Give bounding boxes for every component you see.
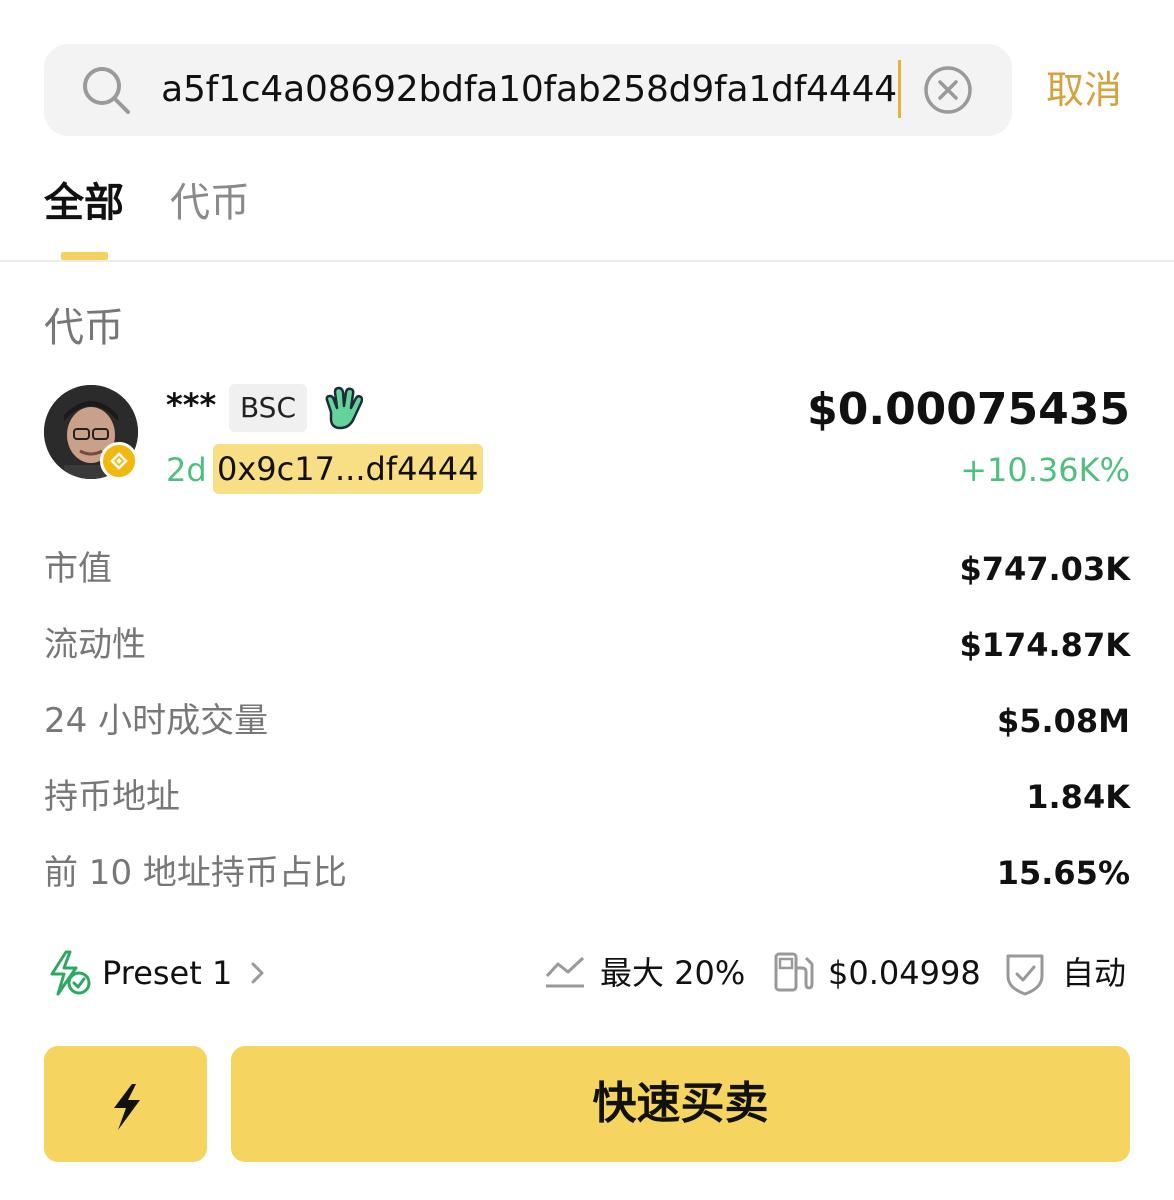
stat-label-liquidity: 流动性 [44, 625, 146, 665]
token-age: 2d [166, 451, 207, 489]
active-tab-indicator [61, 252, 108, 260]
clear-icon[interactable] [922, 64, 974, 116]
bnb-chain-icon [100, 442, 138, 480]
slippage-icon [545, 956, 585, 988]
preset-selector[interactable]: Preset 1 [102, 950, 232, 996]
quick-trade-button[interactable]: 快速买卖 [231, 1046, 1130, 1162]
tab-all[interactable]: 全部 [44, 176, 124, 230]
gas-fee[interactable]: $0.04998 [828, 950, 981, 996]
chain-tag: BSC [229, 384, 307, 432]
text-caret [898, 60, 901, 118]
bolt-icon [114, 1084, 140, 1130]
stat-label-market-cap: 市值 [44, 549, 112, 589]
contract-address[interactable]: 0x9c17...df4444 [213, 444, 483, 494]
bolt-button[interactable] [44, 1046, 207, 1162]
stat-value-top10: 15.65% [996, 854, 1130, 892]
stat-value-volume: $5.08M [996, 702, 1130, 740]
tab-token[interactable]: 代币 [170, 176, 250, 230]
preset-bolt-check-icon [50, 950, 91, 996]
stat-label-holders: 持币地址 [44, 777, 180, 817]
search-input[interactable]: a5f1c4a08692bdfa10fab258d9fa1df4444 [152, 60, 897, 120]
price-change: +10.36K% [960, 451, 1130, 489]
shield-check-icon [1006, 954, 1044, 996]
stat-label-volume: 24 小时成交量 [44, 701, 269, 741]
stat-label-top10: 前 10 地址持币占比 [44, 853, 347, 893]
token-name: *** [166, 386, 217, 424]
stat-value-liquidity: $174.87K [959, 626, 1130, 664]
search-icon [83, 67, 130, 114]
stat-value-holders: 1.84K [1026, 778, 1130, 816]
divider [0, 260, 1174, 262]
section-title: 代币 [44, 305, 124, 351]
cancel-button[interactable]: 取消 [1046, 64, 1122, 116]
slippage-setting[interactable]: 最大 20% [600, 950, 745, 996]
gas-pump-icon [774, 952, 814, 992]
token-price: $0.00075435 [807, 384, 1130, 435]
waving-hand-icon [325, 386, 363, 430]
mev-protection-mode[interactable]: 自动 [1062, 950, 1126, 996]
stat-value-market-cap: $747.03K [959, 550, 1130, 588]
chevron-right-icon[interactable] [248, 956, 268, 990]
